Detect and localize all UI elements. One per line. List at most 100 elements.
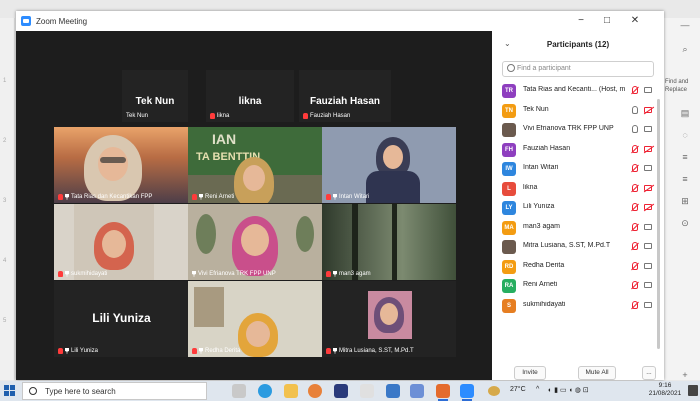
muted-mic-icon[interactable] — [632, 242, 638, 250]
video-tile[interactable]: Redha Derita — [188, 281, 322, 357]
participant-name: Intan Witari — [523, 164, 559, 171]
video-camera-icon[interactable] — [644, 282, 652, 288]
video-tile[interactable]: man3 agam — [322, 204, 456, 280]
video-tile[interactable]: Fauziah Hasan Fauziah Hasan — [299, 70, 391, 122]
muted-mic-icon[interactable] — [632, 300, 638, 309]
participant-row[interactable]: IW Intan Witari — [492, 159, 664, 179]
participant-row[interactable]: RA Reni Arneti — [492, 276, 664, 296]
muted-mic-icon[interactable] — [632, 144, 638, 153]
participant-row[interactable]: Vivi Efrianova TRK FPP UNP — [492, 120, 664, 140]
muted-mic-icon[interactable] — [632, 86, 638, 94]
video-tile[interactable]: likna likna — [206, 70, 294, 122]
muted-mic-icon[interactable] — [632, 281, 638, 289]
video-off-icon[interactable] — [644, 145, 652, 152]
scrollbar[interactable] — [657, 99, 660, 349]
participant-name: sukmihidayati — [523, 300, 566, 308]
minimize-button[interactable]: − — [570, 14, 592, 28]
video-camera-icon[interactable] — [644, 301, 652, 308]
video-off-icon[interactable] — [644, 204, 652, 210]
tile-display-name: Tek Nun — [135, 96, 175, 107]
video-tile[interactable]: Tata Rias dan Kecantikan FPP — [54, 127, 189, 203]
participant-row[interactable]: TR Tata Rias and Kecanti... (Host, me) — [492, 81, 664, 101]
participant-video: IAN TA BENTTIN — [188, 127, 322, 203]
taskbar-search-placeholder: Type here to search — [45, 387, 116, 396]
video-camera-icon[interactable] — [644, 243, 652, 249]
tile-label: Vivi Efrianova TRK FPP UNP — [192, 271, 276, 277]
muted-mic-icon — [58, 348, 63, 354]
participant-row[interactable]: MA man3 agam — [492, 218, 664, 238]
participant-name: Tek Nun — [523, 105, 549, 113]
mic-icon[interactable] — [632, 125, 638, 133]
video-tile-active-speaker[interactable]: Vivi Efrianova TRK FPP UNP — [188, 204, 322, 280]
ribbon-icon-2[interactable]: ◌ — [677, 130, 693, 142]
windows-start-icon[interactable] — [4, 385, 16, 397]
ribbon-icon-4[interactable]: ≡ — [677, 174, 693, 186]
gallery-view: Tek Nun Tek Nun likna likna Fauziah Hasa… — [16, 31, 492, 380]
tray-icons[interactable]: ◐ ▮ ▭ ◖ ◍ ⊡ — [548, 386, 589, 394]
muted-mic-icon[interactable] — [632, 261, 638, 270]
video-camera-icon[interactable] — [644, 126, 652, 132]
ribbon-icon-5[interactable]: ⊞ — [677, 196, 693, 208]
video-camera-icon[interactable] — [644, 165, 652, 171]
video-camera-icon[interactable] — [644, 262, 652, 269]
ribbon-icon-6[interactable]: ⊙ — [677, 218, 693, 230]
participant-row[interactable]: S sukmihidayati — [492, 296, 664, 316]
zoom-app-icon[interactable] — [460, 384, 474, 401]
video-off-icon[interactable] — [644, 106, 652, 113]
participant-row[interactable]: LY Lili Yuniza — [492, 198, 664, 218]
video-tile[interactable]: Lili Yuniza Lili Yuniza — [54, 281, 189, 357]
more-button[interactable]: ... — [642, 366, 656, 380]
video-tile[interactable]: Intan Witari — [322, 127, 456, 203]
ribbon-icon-3[interactable]: ≡ — [677, 152, 693, 164]
participant-search-input[interactable]: Find a participant — [502, 61, 654, 77]
video-tile[interactable]: Tek Nun Tek Nun — [122, 70, 188, 122]
notification-icon[interactable] — [688, 385, 698, 396]
video-tile[interactable]: sukmihidayati — [54, 204, 189, 280]
close-button[interactable]: ✕ — [624, 14, 646, 28]
invite-button[interactable]: Invite — [514, 366, 546, 380]
participant-row[interactable]: RD Redha Derita — [492, 257, 664, 277]
app-icon-3[interactable] — [410, 384, 424, 398]
tray-overflow-icon[interactable]: ^ — [536, 386, 539, 393]
avatar: IW — [502, 162, 516, 176]
window-minimize-icon[interactable]: — — [677, 20, 693, 32]
video-off-icon[interactable] — [644, 184, 652, 191]
participant-row[interactable]: Mitra Lusiana, S.ST, M.Pd.T — [492, 237, 664, 257]
muted-mic-icon[interactable] — [632, 203, 638, 211]
app-icon[interactable] — [334, 384, 348, 398]
mic-icon[interactable] — [632, 105, 638, 114]
muted-mic-icon[interactable] — [632, 222, 638, 231]
maximize-button[interactable]: □ — [596, 14, 618, 28]
firefox-icon[interactable] — [308, 384, 322, 398]
avatar: MA — [502, 220, 516, 235]
video-camera-icon[interactable] — [644, 223, 652, 230]
mute-all-button[interactable]: Mute All — [578, 366, 616, 380]
muted-mic-icon[interactable] — [632, 183, 638, 192]
participant-row[interactable]: TN Tek Nun — [492, 101, 664, 121]
temperature-label[interactable]: 27°C — [510, 386, 526, 393]
clock[interactable]: 9:16 21/08/2021 — [648, 382, 682, 398]
tile-label-text: Tek Nun — [126, 113, 149, 119]
ribbon-icon[interactable]: ▤ — [677, 108, 693, 120]
weather-icon[interactable] — [488, 386, 500, 396]
search-icon[interactable]: ⌕ — [677, 44, 693, 56]
file-explorer-icon[interactable] — [284, 384, 298, 398]
muted-mic-icon[interactable] — [632, 164, 638, 172]
app-icon-4[interactable] — [436, 384, 450, 401]
date-label: 21/08/2021 — [648, 390, 682, 397]
tile-label: Mitra Lusiana, S.ST, M.Pd.T — [326, 348, 414, 354]
participant-row[interactable]: FH Fauziah Hasan — [492, 140, 664, 160]
edge-browser-icon[interactable] — [258, 384, 272, 398]
task-view-icon[interactable] — [232, 384, 246, 398]
app-icon-2[interactable] — [386, 384, 400, 398]
participant-row[interactable]: L likna — [492, 179, 664, 199]
video-tile[interactable]: IAN TA BENTTIN Reni Arneti — [188, 127, 322, 203]
taskbar-search-input[interactable]: Type here to search — [22, 382, 207, 400]
find-replace-label[interactable]: Find and Replace — [665, 78, 699, 94]
muted-mic-icon — [58, 194, 63, 200]
video-tile[interactable]: Mitra Lusiana, S.ST, M.Pd.T — [322, 281, 456, 357]
store-icon[interactable] — [360, 384, 374, 398]
video-camera-icon[interactable] — [644, 87, 652, 93]
participant-video — [322, 204, 456, 280]
search-icon — [29, 387, 37, 395]
